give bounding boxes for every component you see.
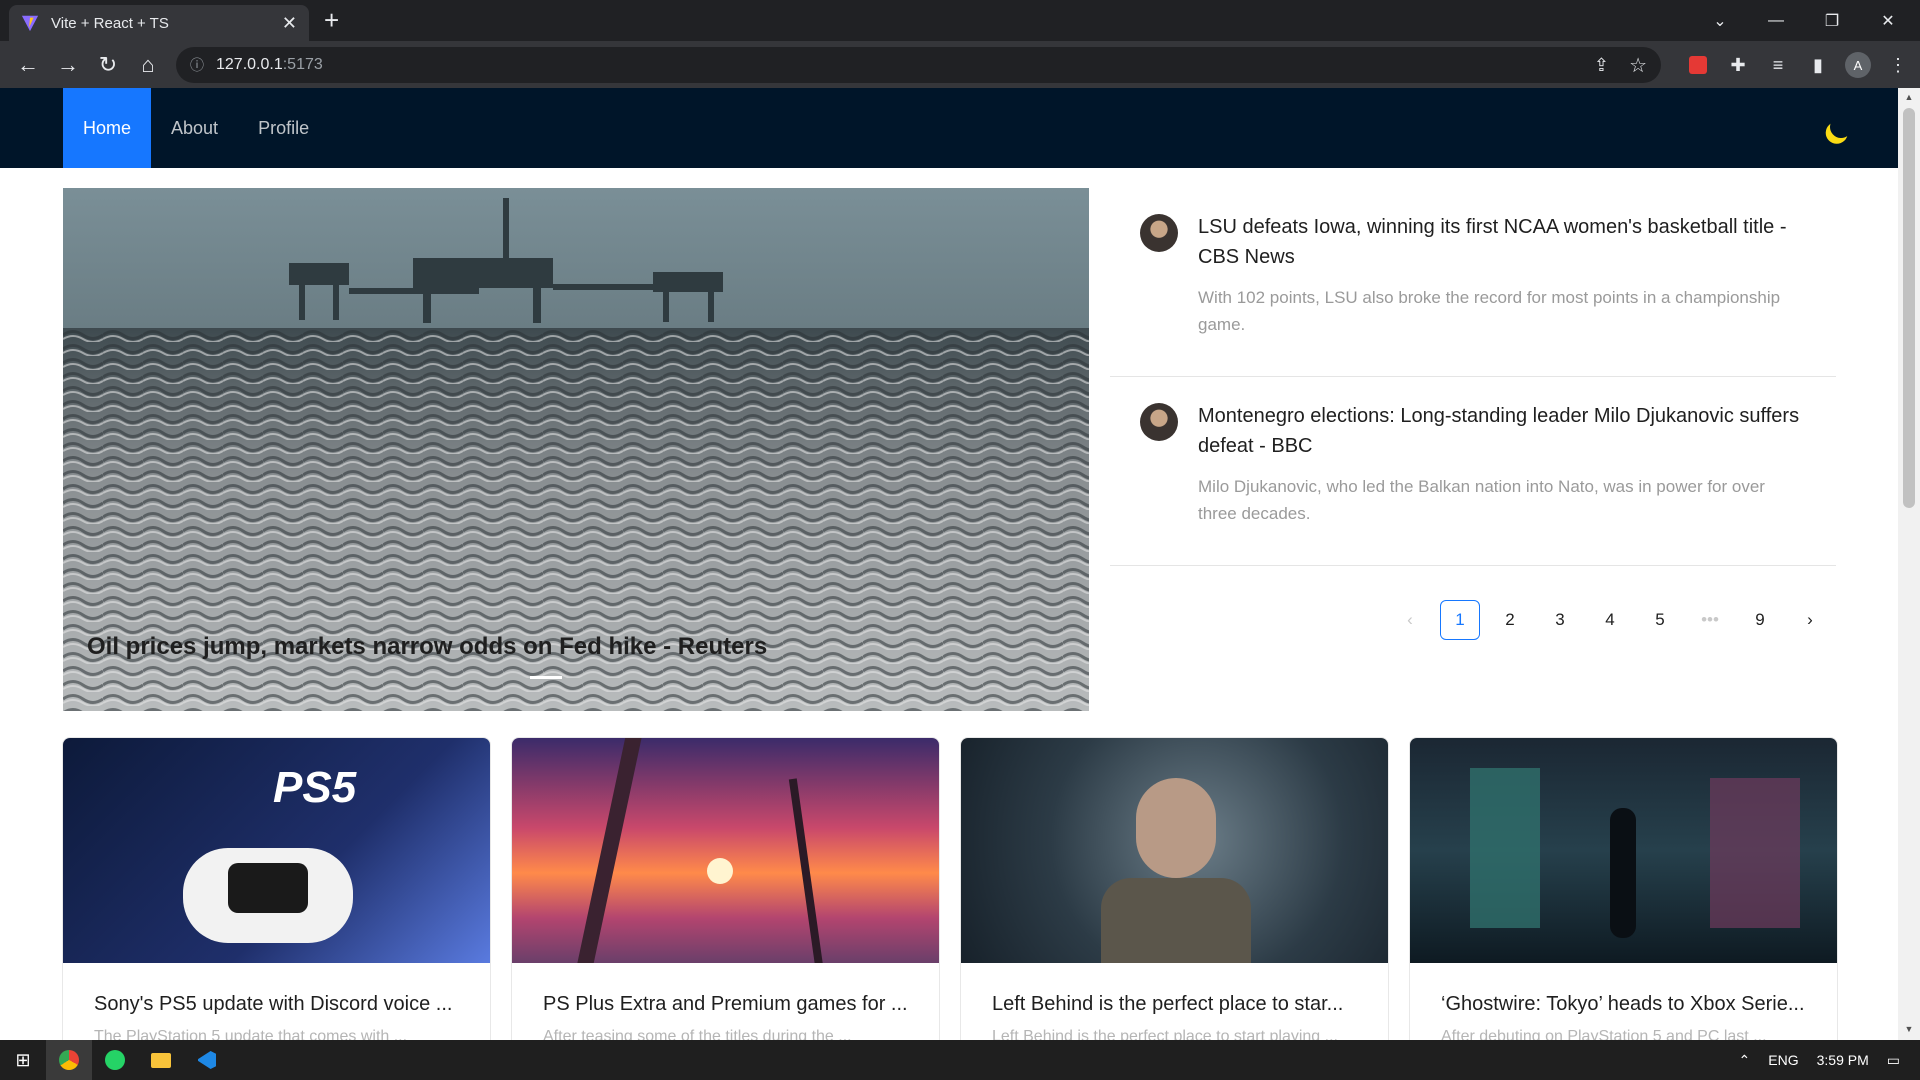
news-card[interactable]: Left Behind is the perfect place to star… bbox=[960, 737, 1389, 1040]
tab-title: Vite + React + TS bbox=[51, 14, 169, 32]
home-icon[interactable]: ⌂ bbox=[128, 45, 168, 85]
info-icon[interactable]: ⓘ bbox=[190, 55, 204, 75]
notifications-icon[interactable]: ▭ bbox=[1887, 1052, 1900, 1069]
next-page-icon[interactable]: › bbox=[1790, 600, 1830, 640]
top-navbar: Home About Profile bbox=[0, 88, 1898, 168]
face-shape bbox=[1136, 778, 1216, 878]
browser-tab[interactable]: Vite + React + TS ✕ bbox=[9, 5, 309, 41]
news-description: Milo Djukanovic, who led the Balkan nati… bbox=[1198, 477, 1765, 523]
avatar bbox=[1140, 403, 1178, 441]
scrollbar-thumb[interactable] bbox=[1903, 108, 1915, 508]
page-scrollbar[interactable]: ▲ ▼ bbox=[1898, 88, 1920, 1040]
forward-icon[interactable]: → bbox=[48, 45, 88, 85]
hero-carousel[interactable]: Oil prices jump, markets narrow odds on … bbox=[63, 188, 1089, 711]
page-2[interactable]: 2 bbox=[1490, 600, 1530, 640]
reload-icon[interactable]: ↻ bbox=[88, 45, 128, 85]
shoulders-shape bbox=[1101, 878, 1251, 963]
news-item[interactable]: Montenegro elections: Long-standing lead… bbox=[1110, 377, 1836, 566]
page-viewport: Home About Profile Oil prices jump, mark… bbox=[0, 88, 1898, 1040]
windows-start-icon[interactable]: ⊞ bbox=[0, 1040, 46, 1080]
hero-caption[interactable]: Oil prices jump, markets narrow odds on … bbox=[87, 633, 767, 661]
moon-icon[interactable] bbox=[1827, 113, 1855, 141]
page-ellipsis[interactable]: ••• bbox=[1690, 600, 1730, 640]
minimize-icon[interactable]: — bbox=[1748, 0, 1804, 41]
bookmark-star-icon[interactable]: ☆ bbox=[1629, 53, 1647, 78]
page-1[interactable]: 1 bbox=[1440, 600, 1480, 640]
controller-touchpad bbox=[228, 863, 308, 913]
neon-building bbox=[1470, 768, 1540, 928]
nav-item-about[interactable]: About bbox=[151, 88, 238, 168]
ps5-logo: PS5 bbox=[273, 763, 357, 812]
news-card[interactable]: PS5 Sony's PS5 update with Discord voice… bbox=[62, 737, 491, 1040]
system-tray: ⌃ ENG 3:59 PM ▭ bbox=[1739, 1040, 1920, 1080]
extensions-puzzle-icon[interactable]: ✚ bbox=[1722, 49, 1754, 81]
restore-icon[interactable]: ❐ bbox=[1804, 0, 1860, 41]
nav-item-profile[interactable]: Profile bbox=[238, 88, 329, 168]
share-icon[interactable]: ⇪ bbox=[1594, 55, 1609, 76]
page-3[interactable]: 3 bbox=[1540, 600, 1580, 640]
scroll-up-icon[interactable]: ▲ bbox=[1903, 92, 1915, 104]
tab-search-icon[interactable]: ⌄ bbox=[1692, 0, 1748, 41]
card-image-tokyo bbox=[1410, 738, 1837, 963]
news-description: With 102 points, LSU also broke the reco… bbox=[1198, 288, 1781, 334]
card-image-sunset bbox=[512, 738, 939, 963]
news-card[interactable]: PS Plus Extra and Premium games for ... … bbox=[511, 737, 940, 1040]
extension-red-icon[interactable] bbox=[1682, 49, 1714, 81]
news-title[interactable]: LSU defeats Iowa, winning its first NCAA… bbox=[1198, 212, 1806, 272]
palm-trunk-2 bbox=[788, 778, 824, 963]
browser-tab-strip: Vite + React + TS ✕ + ⌄ — ❐ ✕ bbox=[0, 0, 1920, 41]
windows-taskbar: ⊞ ⌃ ENG 3:59 PM ▭ bbox=[0, 1040, 1920, 1080]
page-9[interactable]: 9 bbox=[1740, 600, 1780, 640]
news-list: LSU defeats Iowa, winning its first NCAA… bbox=[1110, 188, 1836, 566]
tray-chevron-icon[interactable]: ⌃ bbox=[1739, 1052, 1751, 1069]
card-title[interactable]: Sony's PS5 update with Discord voice ... bbox=[63, 963, 490, 1016]
page-5[interactable]: 5 bbox=[1640, 600, 1680, 640]
card-description: Left Behind is the perfect place to star… bbox=[992, 1028, 1338, 1040]
side-panel-icon[interactable]: ▮ bbox=[1802, 49, 1834, 81]
card-title[interactable]: ‘Ghostwire: Tokyo’ heads to Xbox Serie..… bbox=[1410, 963, 1837, 1016]
news-title[interactable]: Montenegro elections: Long-standing lead… bbox=[1198, 401, 1806, 461]
sun-shape bbox=[707, 858, 733, 884]
close-tab-icon[interactable]: ✕ bbox=[282, 14, 297, 32]
profile-avatar-icon[interactable]: A bbox=[1842, 49, 1874, 81]
menu-kebab-icon[interactable]: ⋮ bbox=[1882, 49, 1914, 81]
address-bar[interactable]: ⓘ 127.0.0.1:5173 ⇪ ☆ bbox=[176, 47, 1661, 83]
nav-item-home[interactable]: Home bbox=[63, 88, 152, 168]
vite-logo-icon bbox=[21, 15, 39, 32]
scroll-down-icon[interactable]: ▼ bbox=[1903, 1024, 1915, 1036]
new-tab-icon[interactable]: + bbox=[324, 6, 339, 34]
prev-page-icon[interactable]: ‹ bbox=[1390, 600, 1430, 640]
card-title[interactable]: PS Plus Extra and Premium games for ... bbox=[512, 963, 939, 1016]
card-title[interactable]: Left Behind is the perfect place to star… bbox=[961, 963, 1388, 1016]
navbar-spacer bbox=[0, 88, 63, 168]
palm-trunk bbox=[577, 738, 643, 963]
vscode-app-icon[interactable] bbox=[184, 1040, 230, 1080]
clock[interactable]: 3:59 PM bbox=[1817, 1052, 1869, 1068]
avatar bbox=[1140, 214, 1178, 252]
carousel-dot-active[interactable] bbox=[530, 676, 562, 679]
figure-silhouette bbox=[1610, 808, 1636, 938]
neon-building-2 bbox=[1710, 778, 1800, 928]
media-queue-icon[interactable]: ≡ bbox=[1762, 49, 1794, 81]
news-item[interactable]: LSU defeats Iowa, winning its first NCAA… bbox=[1110, 188, 1836, 377]
language-indicator[interactable]: ENG bbox=[1768, 1052, 1798, 1068]
card-description: The PlayStation 5 update that comes with… bbox=[94, 1028, 408, 1040]
url-host: 127.0.0.1 bbox=[216, 56, 283, 73]
chrome-app-icon[interactable] bbox=[46, 1040, 92, 1080]
card-description: After debuting on PlayStation 5 and PC l… bbox=[1441, 1028, 1767, 1040]
close-window-icon[interactable]: ✕ bbox=[1860, 0, 1916, 41]
back-icon[interactable]: ← bbox=[8, 45, 48, 85]
page-4[interactable]: 4 bbox=[1590, 600, 1630, 640]
pagination: ‹ 1 2 3 4 5 ••• 9 › bbox=[1390, 600, 1830, 640]
card-description: After teasing some of the titles during … bbox=[543, 1028, 852, 1040]
card-image-ps5: PS5 bbox=[63, 738, 490, 963]
url-port: :5173 bbox=[282, 56, 323, 73]
card-image-ellie bbox=[961, 738, 1388, 963]
card-grid: PS5 Sony's PS5 update with Discord voice… bbox=[62, 737, 1838, 1040]
browser-toolbar: ← → ↻ ⌂ ⓘ 127.0.0.1:5173 ⇪ ☆ ✚ ≡ ▮ A ⋮ bbox=[0, 41, 1920, 88]
news-card[interactable]: ‘Ghostwire: Tokyo’ heads to Xbox Serie..… bbox=[1409, 737, 1838, 1040]
whatsapp-app-icon[interactable] bbox=[92, 1040, 138, 1080]
file-explorer-icon[interactable] bbox=[138, 1040, 184, 1080]
